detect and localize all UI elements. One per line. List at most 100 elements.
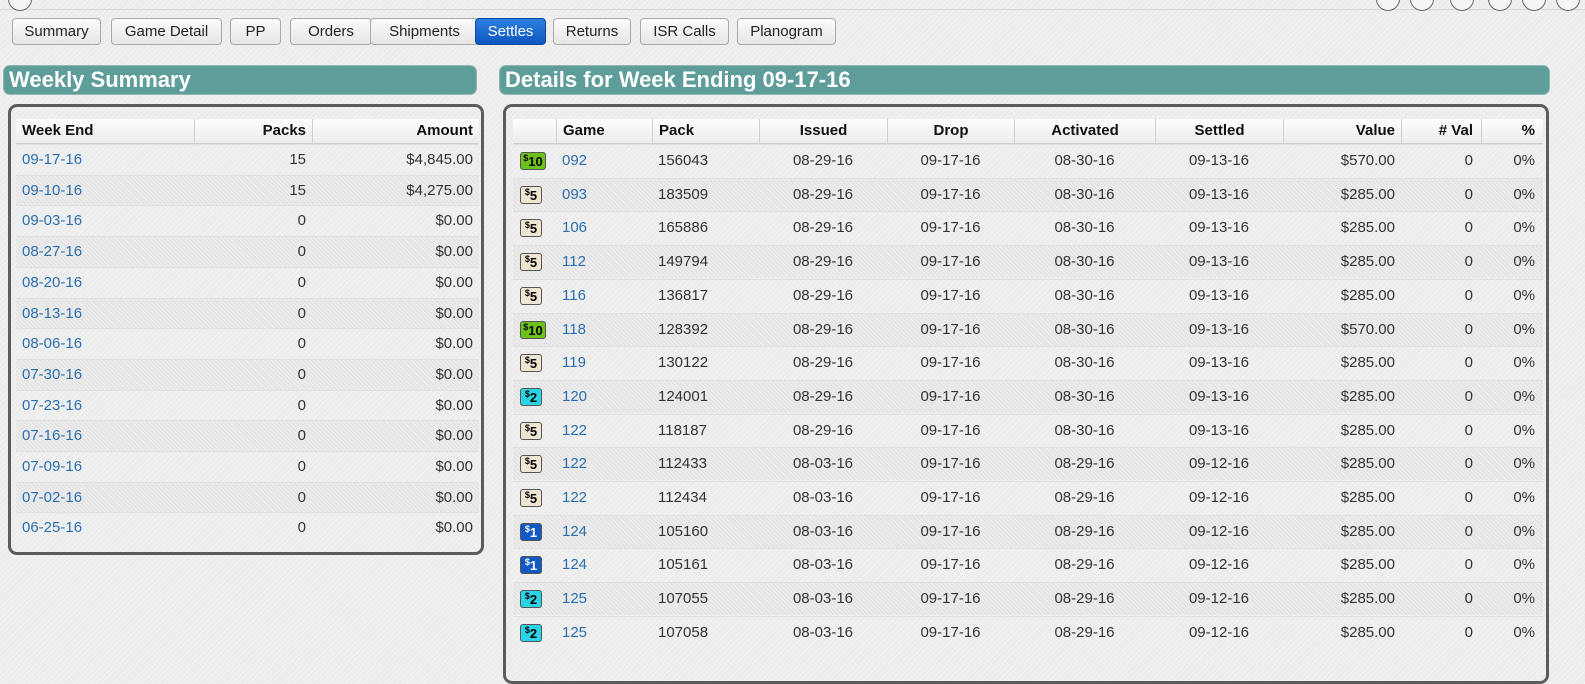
week-end-link[interactable]: 07-09-16 <box>22 452 182 482</box>
toolbar-circle-icon[interactable] <box>1376 0 1400 11</box>
tab-planogram[interactable]: Planogram <box>737 18 836 45</box>
col-packs[interactable]: Packs <box>194 119 312 143</box>
game-link[interactable]: 106 <box>562 212 642 242</box>
table-row[interactable]: $5 122 118187 08-29-16 09-17-16 08-30-16 09-13… <box>513 413 1543 447</box>
table-row[interactable]: 07-09-16 0 $0.00 <box>16 451 479 482</box>
activated-date: 08-30-16 <box>1054 286 1115 304</box>
tab-shipments[interactable]: Shipments <box>370 18 479 45</box>
game-link[interactable]: 120 <box>562 381 642 411</box>
toolbar-circle-icon[interactable] <box>1410 0 1434 11</box>
issued-date: 08-29-16 <box>792 185 854 203</box>
value-amount: $285.00 <box>1340 623 1395 641</box>
game-link[interactable]: 125 <box>562 583 642 613</box>
toolbar-circle-icon[interactable] <box>1556 0 1580 11</box>
price-badge-icon: $5 <box>520 185 542 204</box>
col-issued[interactable]: Issued <box>759 119 887 143</box>
week-end-link[interactable]: 08-06-16 <box>22 329 182 359</box>
tab-pp[interactable]: PP <box>230 18 281 45</box>
activated-date: 08-30-16 <box>1054 320 1115 338</box>
percent-value: 0% <box>1513 590 1535 608</box>
tab-isr-calls[interactable]: ISR Calls <box>640 18 729 45</box>
col-percent[interactable]: % <box>1481 119 1543 143</box>
col-activated[interactable]: Activated <box>1014 119 1155 143</box>
game-link[interactable]: 118 <box>562 314 642 344</box>
table-row[interactable]: $5 122 112434 08-03-16 09-17-16 08-29-16 09-12… <box>513 481 1543 514</box>
game-link[interactable]: 122 <box>562 448 642 478</box>
table-row[interactable]: $5 122 112433 08-03-16 09-17-16 08-29-16 09-12… <box>513 447 1543 481</box>
week-end-link[interactable]: 07-02-16 <box>22 483 182 513</box>
week-end-link[interactable]: 09-10-16 <box>22 176 182 206</box>
table-row[interactable]: $10 092 156043 08-29-16 09-17-16 08-30-16 09-1… <box>513 144 1543 177</box>
col-num-val[interactable]: # Val <box>1401 119 1481 143</box>
col-week-end[interactable]: Week End <box>16 119 194 143</box>
toolbar-circle-icon[interactable] <box>1450 0 1474 11</box>
settled-date: 09-12-16 <box>1188 556 1250 574</box>
week-end-link[interactable]: 07-16-16 <box>22 421 182 451</box>
table-row[interactable]: $1 124 105160 08-03-16 09-17-16 08-29-16 09-12… <box>513 514 1543 548</box>
week-end-link[interactable]: 08-13-16 <box>22 299 182 329</box>
col-drop[interactable]: Drop <box>887 119 1014 143</box>
game-link[interactable]: 116 <box>562 280 642 310</box>
col-value[interactable]: Value <box>1283 119 1401 143</box>
tab-settles[interactable]: Settles <box>475 18 546 45</box>
tab-orders[interactable]: Orders <box>290 18 372 45</box>
settled-date: 09-12-16 <box>1188 623 1250 641</box>
table-row[interactable]: $5 112 149794 08-29-16 09-17-16 08-30-16 09-13… <box>513 245 1543 279</box>
game-link[interactable]: 122 <box>562 415 642 445</box>
table-row[interactable]: 08-06-16 0 $0.00 <box>16 328 479 359</box>
percent-value: 0% <box>1513 421 1535 439</box>
week-end-link[interactable]: 08-27-16 <box>22 237 182 267</box>
table-row[interactable]: $1 124 105161 08-03-16 09-17-16 08-29-16 09-12… <box>513 548 1543 581</box>
game-link[interactable]: 122 <box>562 482 642 512</box>
packs-value: 0 <box>297 304 306 322</box>
table-row[interactable]: 08-13-16 0 $0.00 <box>16 297 479 329</box>
game-link[interactable]: 119 <box>562 347 642 377</box>
col-amount[interactable]: Amount <box>312 119 479 143</box>
week-end-link[interactable]: 07-23-16 <box>22 391 182 421</box>
pack-value: 112433 <box>658 455 707 473</box>
game-link[interactable]: 112 <box>562 246 642 276</box>
table-row[interactable]: 07-23-16 0 $0.00 <box>16 389 479 421</box>
week-end-link[interactable]: 06-25-16 <box>22 513 182 543</box>
issued-date: 08-03-16 <box>792 489 854 506</box>
issued-date: 08-29-16 <box>792 354 854 372</box>
table-row[interactable]: $2 120 124001 08-29-16 09-17-16 08-30-16 09-13… <box>513 379 1543 413</box>
table-row[interactable]: 07-30-16 0 $0.00 <box>16 358 479 390</box>
table-row[interactable]: 07-02-16 0 $0.00 <box>16 481 479 513</box>
table-row[interactable]: $2 125 107055 08-03-16 09-17-16 08-29-16 09-12… <box>513 582 1543 616</box>
tab-returns[interactable]: Returns <box>553 18 631 45</box>
activated-date: 08-30-16 <box>1054 152 1115 169</box>
table-row[interactable]: 08-20-16 0 $0.00 <box>16 266 479 298</box>
table-row[interactable]: 06-25-16 0 $0.00 <box>16 512 479 543</box>
week-end-link[interactable]: 09-17-16 <box>22 145 182 175</box>
week-end-link[interactable]: 09-03-16 <box>22 206 182 236</box>
col-pack[interactable]: Pack <box>652 119 759 143</box>
table-row[interactable]: 07-16-16 0 $0.00 <box>16 420 479 452</box>
col-game[interactable]: Game <box>556 119 652 143</box>
game-link[interactable]: 124 <box>562 516 642 546</box>
table-row[interactable]: $5 106 165886 08-29-16 09-17-16 08-30-16 09-13… <box>513 211 1543 244</box>
num-val: 0 <box>1464 387 1473 405</box>
table-row[interactable]: $5 119 130122 08-29-16 09-17-16 08-30-16 09-13… <box>513 346 1543 379</box>
game-link[interactable]: 093 <box>562 179 642 209</box>
toolbar-circle-icon[interactable] <box>1522 0 1546 11</box>
tab-summary[interactable]: Summary <box>12 18 101 45</box>
week-end-link[interactable]: 08-20-16 <box>22 268 182 298</box>
table-row[interactable]: 09-10-16 15 $4,275.00 <box>16 174 479 206</box>
game-link[interactable]: 092 <box>562 145 642 175</box>
table-row[interactable]: $5 093 183509 08-29-16 09-17-16 08-30-16 09-13… <box>513 177 1543 211</box>
week-end-link[interactable]: 07-30-16 <box>22 360 182 390</box>
col-settled[interactable]: Settled <box>1155 119 1283 143</box>
game-link[interactable]: 124 <box>562 549 642 579</box>
table-row[interactable]: 09-03-16 0 $0.00 <box>16 205 479 236</box>
tab-game-detail[interactable]: Game Detail <box>111 18 222 45</box>
toolbar-circle-icon[interactable] <box>1488 0 1512 11</box>
table-row[interactable]: $10 118 128392 08-29-16 09-17-16 08-30-16 09-1… <box>513 312 1543 346</box>
table-row[interactable]: $2 125 107058 08-03-16 09-17-16 08-29-16 09-12… <box>513 615 1543 649</box>
table-row[interactable]: $5 116 136817 08-29-16 09-17-16 08-30-16 09-13… <box>513 278 1543 312</box>
table-row[interactable]: 09-17-16 15 $4,845.00 <box>16 144 479 175</box>
table-row[interactable]: 08-27-16 0 $0.00 <box>16 236 479 268</box>
packs-value: 0 <box>297 243 306 261</box>
back-circle-icon[interactable] <box>8 0 32 11</box>
game-link[interactable]: 125 <box>562 617 642 647</box>
